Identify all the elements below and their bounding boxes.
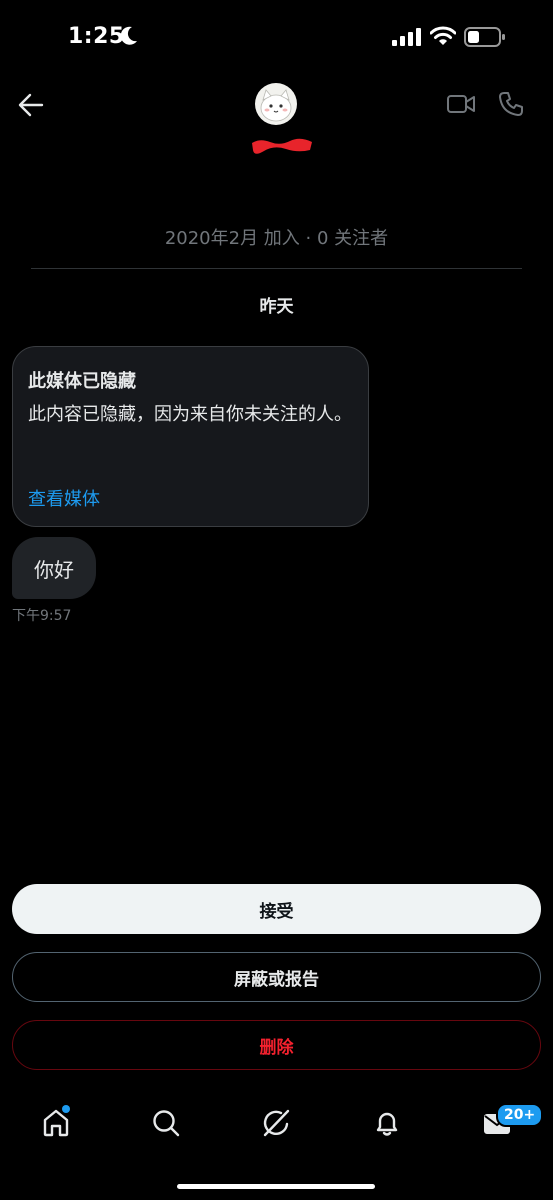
phone-call-icon[interactable] bbox=[498, 91, 524, 117]
avatar[interactable] bbox=[255, 83, 297, 125]
divider bbox=[31, 268, 522, 269]
view-media-link[interactable]: 查看媒体 bbox=[28, 485, 100, 511]
day-label: 昨天 bbox=[259, 297, 294, 317]
redacted-username-mark bbox=[252, 138, 312, 154]
home-notification-dot bbox=[62, 1105, 70, 1113]
delete-button-label: 删除 bbox=[259, 1037, 294, 1058]
grok-icon[interactable] bbox=[261, 1108, 291, 1138]
avatar-cat-image bbox=[260, 89, 292, 122]
search-icon[interactable] bbox=[151, 1108, 181, 1138]
home-indicator bbox=[177, 1184, 375, 1189]
status-time: 1:25 bbox=[68, 24, 125, 49]
message-text: 你好 bbox=[34, 557, 74, 582]
message-bubble[interactable]: 你好 bbox=[12, 537, 96, 599]
wifi-icon bbox=[430, 26, 456, 45]
battery-icon bbox=[464, 27, 505, 47]
block-or-report-button[interactable]: 屏蔽或报告 bbox=[12, 952, 541, 1002]
hidden-media-card: 此媒体已隐藏 此内容已隐藏，因为来自你未关注的人。 查看媒体 bbox=[12, 346, 369, 527]
back-arrow-icon[interactable] bbox=[18, 92, 44, 118]
accept-button[interactable]: 接受 bbox=[12, 884, 541, 934]
joined-info: 2020年2月 加入 · 0 关注者 bbox=[164, 228, 389, 249]
delete-button[interactable]: 删除 bbox=[12, 1020, 541, 1070]
messages-badge: 20+ bbox=[496, 1103, 544, 1127]
video-call-icon[interactable] bbox=[446, 92, 476, 116]
block-or-report-label: 屏蔽或报告 bbox=[234, 969, 319, 990]
message-timestamp: 下午9:57 bbox=[12, 608, 72, 624]
accept-button-label: 接受 bbox=[259, 901, 294, 922]
hidden-media-description: 此内容已隐藏，因为来自你未关注的人。 bbox=[28, 404, 352, 425]
notifications-bell-icon[interactable] bbox=[372, 1108, 402, 1138]
hidden-media-title: 此媒体已隐藏 bbox=[28, 371, 136, 392]
moon-icon bbox=[120, 26, 137, 45]
signal-icon bbox=[392, 28, 421, 46]
